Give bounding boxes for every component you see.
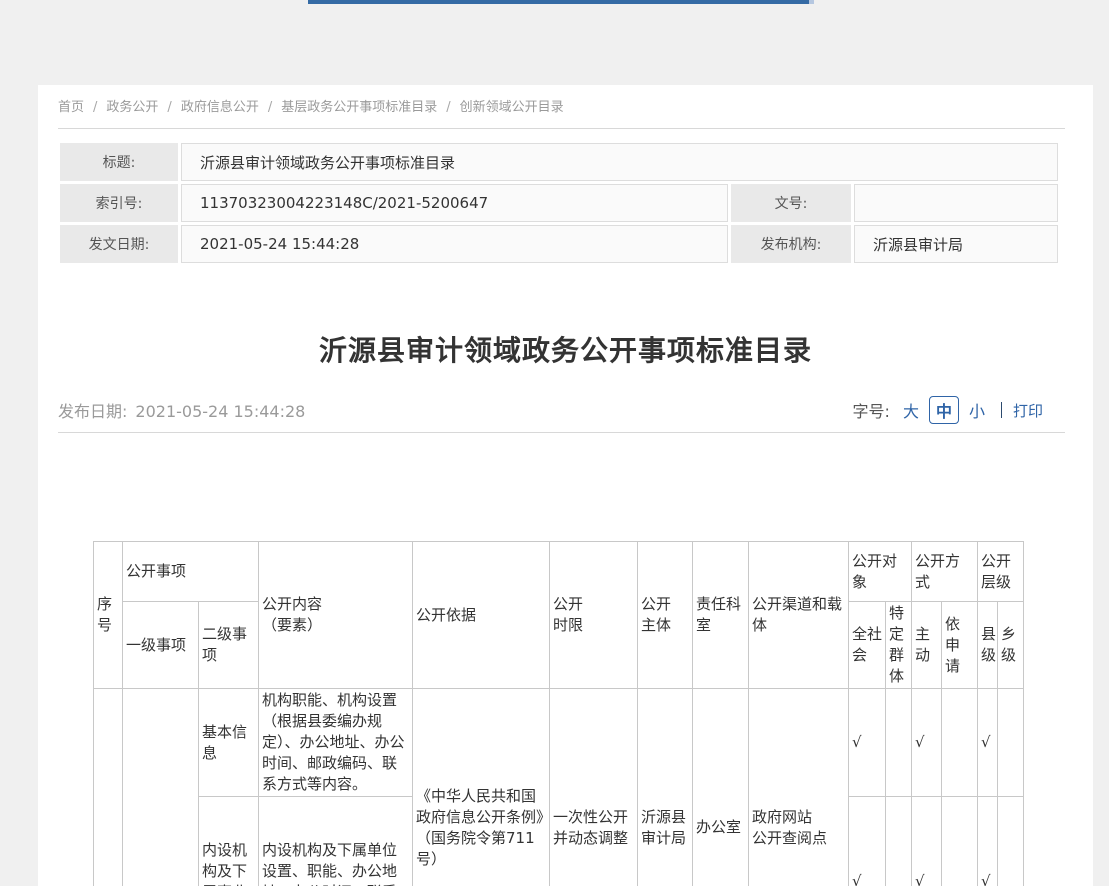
col-header-item-l1: 一级事项 (123, 602, 199, 689)
meta-table: 标题: 沂源县审计领域政务公开事项标准目录 索引号: 1137032300422… (60, 143, 1058, 263)
meta-label-date: 发文日期: (60, 225, 178, 263)
publish-date-value: 2021-05-24 15:44:28 (135, 402, 305, 421)
content-card: 首页 / 政务公开 / 政府信息公开 / 基层政务公开事项标准目录 / 创新领域公开目录 标题:… (38, 85, 1093, 886)
cell-content-row2: 内设机构及下属单位设置、职能、办公地址、办公时间、联系方式、负责人姓名等 (259, 797, 413, 886)
cell-check-all-row2: √ (849, 797, 886, 886)
cell-content-row1: 机构职能、机构设置（根据县委编办规定）、办公地址、办公时间、邮政编码、联系方式等… (259, 689, 413, 797)
cell-check-county-row1: √ (978, 689, 998, 797)
breadcrumb-separator: / (268, 100, 272, 115)
breadcrumb-link-innovation[interactable]: 创新领域公开目录 (460, 100, 564, 115)
col-header-subject: 公开 主体 (638, 542, 693, 689)
meta-value-date: 2021-05-24 15:44:28 (181, 225, 728, 263)
top-nav-bar (308, 0, 809, 4)
cell-seq (94, 689, 123, 886)
meta-value-index: 11370323004223148C/2021-5200647 (181, 184, 728, 222)
cell-item-l2-row2: 内设机构及下属事业单位 (199, 797, 259, 886)
col-header-content: 公开内容 （要素） (259, 542, 413, 689)
meta-label-agency: 发布机构: (731, 225, 851, 263)
breadcrumb-separator: / (167, 100, 171, 115)
cell-check-specific-row2 (886, 797, 912, 886)
cell-item-l1 (123, 689, 199, 886)
col-header-method-request: 依申请 (942, 602, 978, 689)
breadcrumb: 首页 / 政务公开 / 政府信息公开 / 基层政务公开事项标准目录 / 创新领域公开目录 (58, 99, 564, 117)
col-header-audience-group: 公开对象 (849, 542, 912, 602)
cell-check-request-row2 (942, 797, 978, 886)
publish-date-label: 发布日期: (58, 402, 127, 421)
col-header-dept: 责任科室 (693, 542, 749, 689)
col-header-item-group: 公开事项 (123, 542, 259, 602)
cell-basis: 《中华人民共和国政府信息公开条例》（国务院令第711号） (413, 689, 550, 886)
breadcrumb-link-home[interactable]: 首页 (58, 100, 84, 115)
col-header-audience-specific: 特定群体 (886, 602, 912, 689)
cell-dept: 办公室 (693, 689, 749, 886)
cell-check-active-row1: √ (912, 689, 942, 797)
cell-check-specific-row1 (886, 689, 912, 797)
font-size-medium-button[interactable]: 中 (929, 396, 959, 424)
content-divider (58, 432, 1065, 433)
breadcrumb-link-zwgk[interactable]: 政务公开 (106, 100, 158, 115)
col-header-method-active: 主动 (912, 602, 942, 689)
toolbar-divider (1001, 402, 1002, 418)
cell-time-limit: 一次性公开并动态调整 (550, 689, 638, 886)
cell-channel: 政府网站 公开查阅点 (749, 689, 849, 886)
cell-item-l2-row1: 基本信息 (199, 689, 259, 797)
cell-check-county-row2: √ (978, 797, 998, 886)
top-nav-bar-highlight (809, 0, 814, 4)
page: 首页 / 政务公开 / 政府信息公开 / 基层政务公开事项标准目录 / 创新领域公开目录 标题:… (0, 0, 1109, 886)
col-header-channel: 公开渠道和载体 (749, 542, 849, 689)
col-header-seq: 序号 (94, 542, 123, 689)
publish-row: 发布日期: 2021-05-24 15:44:28 字号: 大 中 小 打印 (58, 396, 1043, 422)
col-header-audience-all: 全社会 (849, 602, 886, 689)
breadcrumb-link-catalog[interactable]: 基层政务公开事项标准目录 (281, 100, 437, 115)
cell-check-town-row2 (998, 797, 1024, 886)
breadcrumb-divider (58, 128, 1065, 129)
cell-subject: 沂源县审计局 (638, 689, 693, 886)
meta-value-agency: 沂源县审计局 (854, 225, 1058, 263)
cell-check-all-row1: √ (849, 689, 886, 797)
col-header-basis: 公开依据 (413, 542, 550, 689)
meta-label-title: 标题: (60, 143, 178, 181)
col-header-method-group: 公开方式 (912, 542, 978, 602)
cell-check-town-row1 (998, 689, 1024, 797)
cell-check-active-row2: √ (912, 797, 942, 886)
font-size-small-button[interactable]: 小 (969, 398, 985, 422)
meta-value-title: 沂源县审计领域政务公开事项标准目录 (181, 143, 1058, 181)
col-header-level-town: 乡级 (998, 602, 1024, 689)
page-title: 沂源县审计领域政务公开事项标准目录 (38, 333, 1093, 369)
font-size-large-button[interactable]: 大 (903, 398, 919, 422)
meta-label-index: 索引号: (60, 184, 178, 222)
breadcrumb-separator: / (446, 100, 450, 115)
col-header-level-county: 县级 (978, 602, 998, 689)
meta-label-docno: 文号: (731, 184, 851, 222)
catalog-table: 序号 公开事项 公开内容 （要素） 公开依据 公开 时限 公开 主体 责任科室 … (93, 541, 1024, 886)
font-size-label: 字号: (853, 398, 890, 422)
publish-date: 发布日期: 2021-05-24 15:44:28 (58, 398, 305, 422)
toolbar: 字号: 大 中 小 打印 (853, 396, 1043, 424)
col-header-time-limit: 公开 时限 (550, 542, 638, 689)
col-header-item-l2: 二级事项 (199, 602, 259, 689)
breadcrumb-link-info[interactable]: 政府信息公开 (181, 100, 259, 115)
col-header-level-group: 公开层级 (978, 542, 1024, 602)
breadcrumb-separator: / (93, 100, 97, 115)
cell-check-request-row1 (942, 689, 978, 797)
meta-value-docno (854, 184, 1058, 222)
print-button[interactable]: 打印 (1013, 400, 1043, 421)
